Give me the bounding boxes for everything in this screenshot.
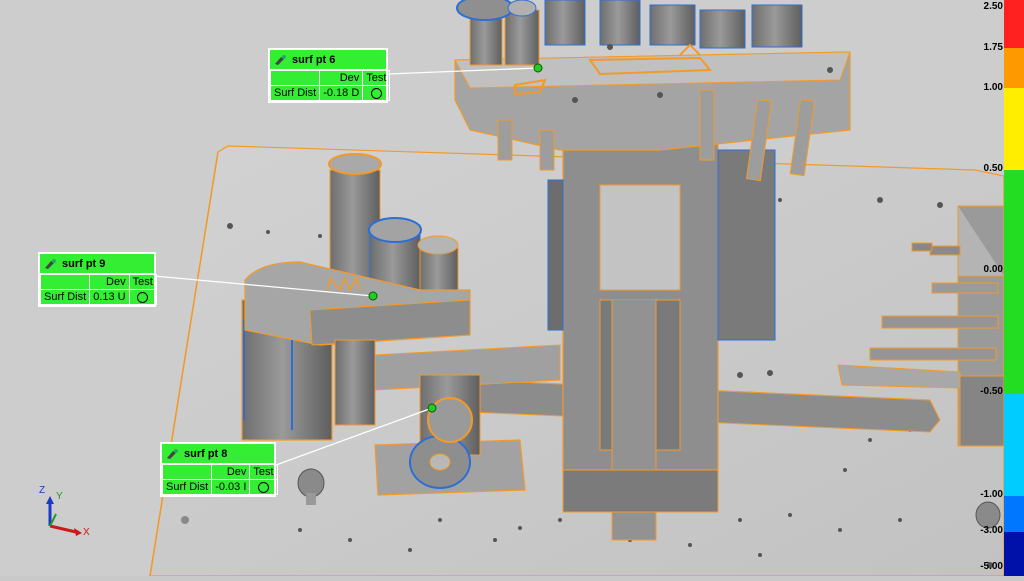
probe-icon — [275, 54, 286, 65]
scale-label: 1.00 — [983, 82, 1003, 93]
scale-label: -0.50 — [980, 386, 1003, 397]
scale-label: -3.00 — [980, 525, 1003, 536]
callout-title: surf pt 9 — [62, 257, 106, 270]
scale-label: 0.50 — [983, 163, 1003, 174]
dev-value: 0.13 U — [89, 289, 130, 305]
scale-band-green — [1004, 170, 1024, 394]
scale-band-yellow — [1004, 88, 1024, 170]
scale-band-cyan — [1004, 394, 1024, 496]
callout-header: surf pt 9 — [40, 254, 154, 274]
callout-header: surf pt 8 — [162, 444, 274, 464]
scale-label: -5.00 — [980, 561, 1003, 572]
scale-label: -1.00 — [980, 489, 1003, 500]
col-header-dev: Dev — [211, 464, 251, 480]
axis-triad-icon: Z Y X — [36, 484, 106, 544]
scale-label: 1.75 — [983, 42, 1003, 53]
callout-header: surf pt 6 — [270, 50, 386, 70]
scale-band-orange — [1004, 48, 1024, 88]
deviation-color-scale — [1004, 0, 1024, 576]
callout-surf-pt-9[interactable]: surf pt 9 Dev Test Surf Dist 0.13 U — [38, 252, 157, 307]
dev-value: -0.18 D — [319, 85, 364, 101]
scale-band-navy — [1004, 532, 1024, 576]
axis-label-z: Z — [39, 485, 46, 496]
scale-band-red — [1004, 0, 1024, 48]
row-label: Surf Dist — [161, 479, 213, 495]
callout-table: Dev Test Surf Dist -0.03 I — [161, 464, 278, 495]
col-header-test: Test — [128, 274, 157, 290]
scale-band-blue — [1004, 496, 1024, 532]
callout-table: Dev Test Surf Dist 0.13 U — [39, 274, 157, 305]
probe-icon — [45, 258, 56, 269]
col-header-dev: Dev — [89, 274, 130, 290]
col-header-test: Test — [362, 70, 391, 86]
test-status-circle-icon — [370, 87, 382, 99]
col-header-test: Test — [249, 464, 278, 480]
axis-label-y: Y — [56, 491, 63, 502]
test-status-circle-icon — [257, 481, 269, 493]
axis-label-x: X — [83, 527, 90, 538]
scale-label: 2.50 — [983, 1, 1003, 12]
callout-surf-pt-8[interactable]: surf pt 8 Dev Test Surf Dist -0.03 I — [160, 442, 278, 497]
row-label: Surf Dist — [39, 289, 91, 305]
test-status-circle-icon — [137, 291, 149, 303]
dev-value: -0.03 I — [211, 479, 251, 495]
scale-label: 0.00 — [983, 264, 1003, 275]
probe-icon — [167, 448, 178, 459]
callout-table: Dev Test Surf Dist -0.18 D — [269, 70, 391, 101]
callout-title: surf pt 6 — [292, 53, 336, 66]
callout-surf-pt-6[interactable]: surf pt 6 Dev Test Surf Dist -0.18 D — [268, 48, 391, 103]
row-label: Surf Dist — [269, 85, 321, 101]
callout-title: surf pt 8 — [184, 447, 228, 460]
col-header-dev: Dev — [319, 70, 364, 86]
